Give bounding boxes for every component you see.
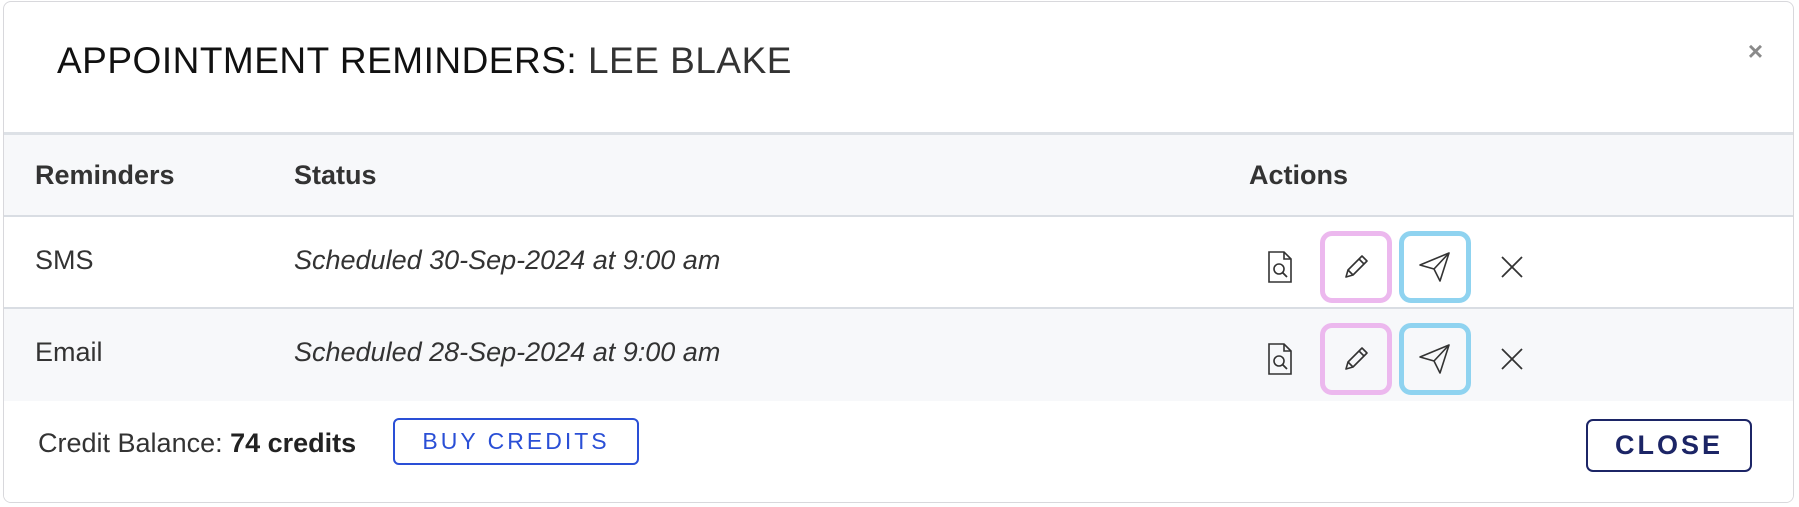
buy-credits-button[interactable]: BUY CREDITS <box>393 418 639 465</box>
dialog-title: APPOINTMENT REMINDERS: LEE BLAKE <box>57 40 792 82</box>
table-header: Reminders Status Actions <box>4 135 1793 217</box>
table-row: Email Scheduled 28-Sep-2024 at 9:00 am <box>4 309 1793 401</box>
header-status: Status <box>294 160 377 190</box>
close-button[interactable]: CLOSE <box>1586 419 1752 472</box>
header-actions: Actions <box>1249 160 1349 190</box>
reminder-status: Scheduled 28-Sep-2024 at 9:00 am <box>294 337 721 367</box>
table-row: SMS Scheduled 30-Sep-2024 at 9:00 am <box>4 217 1793 309</box>
appointment-reminders-dialog: APPOINTMENT REMINDERS: LEE BLAKE × Remin… <box>3 1 1794 503</box>
dialog-footer: Credit Balance: 74 credits BUY CREDITS C… <box>4 401 1793 502</box>
header-reminders: Reminders <box>35 160 175 190</box>
edit-icon[interactable] <box>1320 323 1392 395</box>
edit-icon[interactable] <box>1320 231 1392 303</box>
reminder-type: SMS <box>35 245 94 275</box>
preview-icon[interactable] <box>1244 231 1316 303</box>
reminder-status: Scheduled 30-Sep-2024 at 9:00 am <box>294 245 721 275</box>
reminder-type: Email <box>35 337 103 367</box>
send-icon[interactable] <box>1399 231 1471 303</box>
preview-icon[interactable] <box>1244 323 1316 395</box>
dialog-header: APPOINTMENT REMINDERS: LEE BLAKE × <box>4 2 1793 135</box>
send-icon[interactable] <box>1399 323 1471 395</box>
delete-icon[interactable] <box>1476 231 1548 303</box>
close-icon[interactable]: × <box>1748 38 1763 64</box>
credit-label: Credit Balance: <box>38 428 231 458</box>
patient-name: LEE BLAKE <box>587 40 792 81</box>
delete-icon[interactable] <box>1476 323 1548 395</box>
credit-balance: Credit Balance: 74 credits <box>38 428 356 459</box>
title-prefix: APPOINTMENT REMINDERS: <box>57 40 578 81</box>
credit-value: 74 credits <box>230 428 357 458</box>
